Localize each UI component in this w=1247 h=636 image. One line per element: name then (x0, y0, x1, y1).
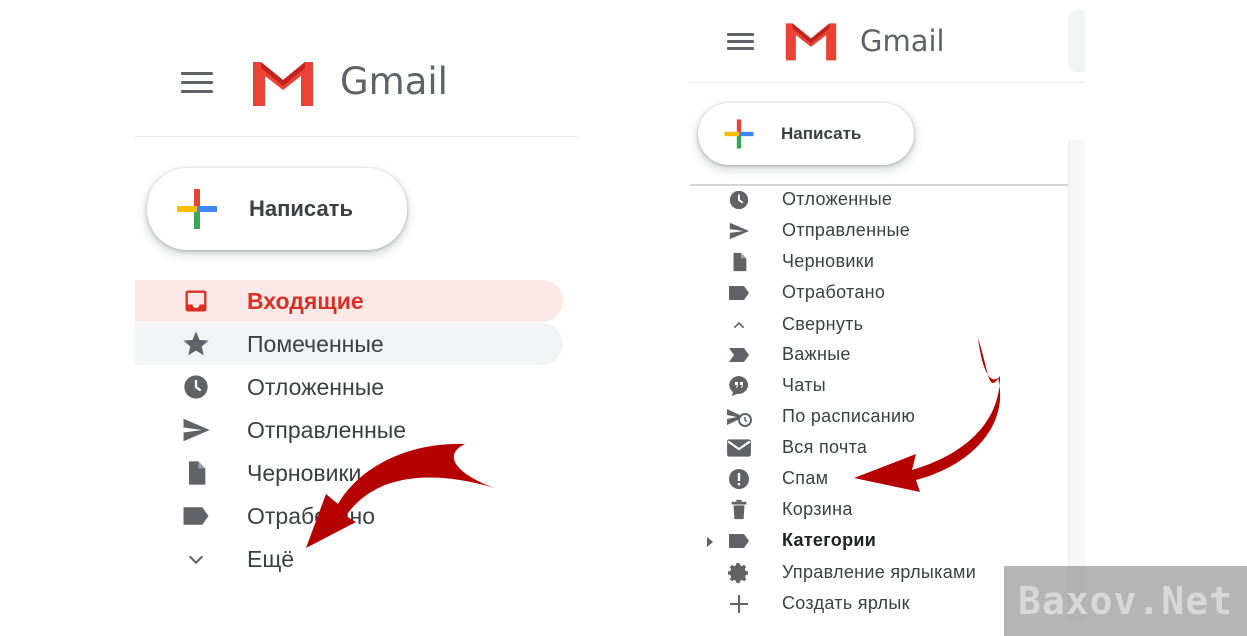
inbox-icon (179, 284, 213, 318)
spam-icon (726, 466, 752, 492)
chevron-down-icon (179, 542, 213, 576)
search-bar-edge[interactable] (1068, 10, 1085, 72)
sidebar-item-snoozed[interactable]: Отложенные (690, 184, 1070, 215)
mail-icon (726, 435, 752, 461)
sidebar-item-starred[interactable]: Помеченные (135, 323, 563, 365)
sidebar-item-label: Важные (782, 344, 851, 364)
draft-icon (179, 456, 213, 490)
sidebar-item-done[interactable]: Отработано (135, 495, 563, 537)
plus-icon (726, 591, 752, 617)
chevron-up-icon (726, 312, 752, 338)
sidebar-item-label: По расписанию (782, 406, 916, 426)
main-menu-icon[interactable] (181, 72, 213, 94)
sidebar-item-done[interactable]: Отработано (690, 277, 1070, 308)
gmail-logo-icon[interactable] (249, 58, 317, 108)
compose-button[interactable]: Написать (147, 168, 407, 250)
star-icon (179, 327, 213, 361)
sidebar-item-label: Отправленные (247, 416, 407, 443)
compose-label: Написать (781, 124, 862, 143)
main-menu-icon[interactable] (727, 33, 754, 51)
clock-icon (179, 370, 213, 404)
sidebar-item-label: Отправленные (782, 220, 911, 240)
sidebar-item-label: Отложенные (247, 373, 385, 400)
sidebar-item-scheduled[interactable]: По расписанию (690, 401, 1070, 432)
sidebar-item-collapse[interactable]: Свернуть (690, 309, 1070, 340)
sidebar-item-label: Помеченные (247, 330, 384, 357)
sidebar-item-label: Корзина (782, 499, 853, 519)
send-icon (726, 218, 752, 244)
sidebar-item-trash[interactable]: Корзина (690, 494, 1070, 525)
sidebar-item-label: Свернуть (782, 314, 864, 334)
sidebar-item-label: Чаты (782, 375, 826, 395)
compose-button[interactable]: Написать (698, 103, 914, 165)
sidebar-item-chats[interactable]: Чаты (690, 370, 1070, 401)
header-divider (135, 136, 578, 137)
compose-plus-icon (177, 189, 217, 229)
compose-plus-icon (724, 119, 754, 149)
sidebar-item-label: Черновики (782, 251, 875, 271)
sidebar-item-all-mail[interactable]: Вся почта (690, 432, 1070, 463)
send-icon (179, 413, 213, 447)
gmail-logo-icon[interactable] (782, 20, 840, 62)
gmail-brand-text: Gmail (340, 60, 448, 103)
sidebar-item-label: Управление ярлыками (782, 562, 977, 582)
sidebar-item-label: Спам (782, 468, 829, 488)
sidebar-item-inbox[interactable]: Входящие (135, 280, 563, 322)
gmail-brand-text: Gmail (860, 24, 945, 58)
important-icon (726, 342, 752, 368)
chat-icon (726, 373, 752, 399)
sidebar-item-snoozed[interactable]: Отложенные (135, 366, 563, 408)
sidebar-item-label: Категории (782, 530, 877, 550)
scheduled-icon (726, 404, 752, 430)
sidebar-item-label: Входящие (247, 287, 364, 314)
sidebar-item-label: Отработано (782, 282, 886, 302)
header-divider (690, 82, 1085, 83)
trash-icon (726, 497, 752, 523)
sidebar-item-label: Вся почта (782, 437, 868, 457)
sidebar-item-more[interactable]: Ещё (135, 538, 563, 580)
draft-icon (726, 249, 752, 275)
sidebar-item-sent[interactable]: Отправленные (135, 409, 563, 451)
sidebar-item-label: Отложенные (782, 189, 893, 209)
watermark-text: Baxov.Net (1018, 579, 1233, 623)
sidebar-item-label: Ещё (247, 545, 295, 572)
label-icon (726, 528, 752, 554)
sidebar-item-label: Черновики (247, 459, 362, 486)
sidebar-item-categories[interactable]: Категории (690, 525, 1070, 556)
watermark-logo: Baxov.Net (1004, 566, 1247, 636)
main-area-edge (1068, 140, 1085, 620)
sidebar-item-sent[interactable]: Отправленные (690, 215, 1070, 246)
clock-icon (726, 187, 752, 213)
gear-icon (726, 560, 752, 586)
right-sidebar-panel: Gmail Написать Отложенные Отправленные Ч… (690, 0, 1085, 636)
sidebar-item-label: Отработано (247, 502, 376, 529)
expand-triangle-icon[interactable] (706, 535, 714, 553)
sidebar-item-spam[interactable]: Спам (690, 463, 1070, 494)
sidebar-item-important[interactable]: Важные (690, 339, 1070, 370)
label-icon (179, 499, 213, 533)
label-icon (726, 280, 752, 306)
sidebar-item-label: Создать ярлык (782, 593, 910, 613)
compose-label: Написать (249, 196, 353, 221)
sidebar-item-drafts[interactable]: Черновики (690, 246, 1070, 277)
left-sidebar-panel: Gmail Написать Входящие Помеченные Отлож… (135, 32, 578, 606)
sidebar-item-drafts[interactable]: Черновики (135, 452, 563, 494)
